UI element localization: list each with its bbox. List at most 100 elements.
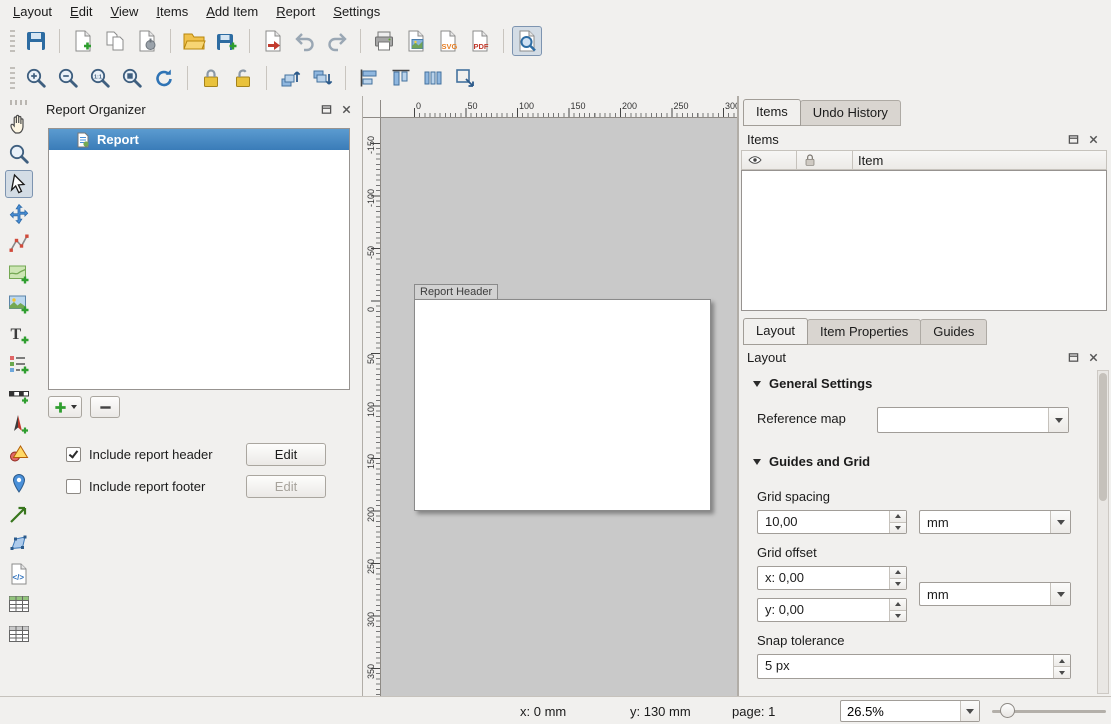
duplicate-layout-button[interactable]	[100, 26, 130, 56]
print-button[interactable]	[369, 26, 399, 56]
zoom-combo-arrow-button[interactable]	[960, 701, 979, 721]
save-project-button[interactable]	[21, 26, 51, 56]
resize-items-button[interactable]	[450, 63, 480, 93]
export-image-button[interactable]	[401, 26, 431, 56]
toolbar-grip[interactable]	[10, 67, 15, 89]
layout-manager-button[interactable]	[132, 26, 162, 56]
menu-item[interactable]: Layout	[4, 2, 61, 21]
menu-item[interactable]: Add Item	[197, 2, 267, 21]
tab-items[interactable]: Items	[743, 99, 801, 126]
close-panel-button[interactable]	[1086, 132, 1101, 147]
remove-section-button[interactable]	[90, 396, 120, 418]
include-report-header-checkbox[interactable]	[66, 447, 81, 462]
slider-handle[interactable]	[1000, 703, 1015, 718]
spin-up-button[interactable]	[890, 567, 906, 578]
edit-nodes-item-tool-button[interactable]	[5, 230, 33, 258]
vertical-ruler[interactable]: -150-100-50050100150200250300350	[363, 118, 381, 696]
add-map-tool-button[interactable]	[5, 260, 33, 288]
spin-down-button[interactable]	[890, 522, 906, 534]
float-panel-button[interactable]	[1066, 350, 1081, 365]
menu-item[interactable]: Settings	[324, 2, 389, 21]
zoom-actual-button[interactable]: 1:1	[85, 63, 115, 93]
zoom-out-button[interactable]	[53, 63, 83, 93]
menu-item[interactable]: View	[101, 2, 147, 21]
add-legend-tool-button[interactable]	[5, 350, 33, 378]
align-left-items-button[interactable]	[354, 63, 384, 93]
grid-offset-x-spinbox[interactable]: x: 0,00	[757, 566, 907, 590]
add-fixed-table-tool-button[interactable]	[5, 620, 33, 648]
zoom-full-button[interactable]	[117, 63, 147, 93]
scrollbar-thumb[interactable]	[1099, 373, 1107, 501]
spin-down-button[interactable]	[1054, 666, 1070, 678]
undo-button[interactable]	[290, 26, 320, 56]
spin-down-button[interactable]	[890, 610, 906, 622]
grid-offset-y-spinbox[interactable]: y: 0,00	[757, 598, 907, 622]
raise-items-button[interactable]	[275, 63, 305, 93]
export-svg-button[interactable]: SVG	[433, 26, 463, 56]
spin-up-button[interactable]	[1054, 655, 1070, 666]
tab-undo-history[interactable]: Undo History	[800, 100, 901, 126]
spin-value[interactable]: 5 px	[758, 655, 1053, 678]
snap-tolerance-spinbox[interactable]: 5 px	[757, 654, 1071, 679]
spin-up-button[interactable]	[890, 511, 906, 522]
menu-item[interactable]: Report	[267, 2, 324, 21]
spin-down-button[interactable]	[890, 578, 906, 590]
layout-panel-scrollbar[interactable]	[1097, 370, 1109, 694]
move-item-content-tool-button[interactable]	[5, 200, 33, 228]
redo-button[interactable]	[322, 26, 352, 56]
combo-arrow-button[interactable]	[1050, 511, 1070, 533]
combo-arrow-button[interactable]	[1050, 583, 1070, 605]
add-north-arrow-tool-button[interactable]	[5, 410, 33, 438]
menu-item[interactable]: Edit	[61, 2, 101, 21]
menu-item[interactable]: Items	[147, 2, 197, 21]
zoom-tool-button[interactable]	[5, 140, 33, 168]
lock-items-button[interactable]	[196, 63, 226, 93]
zoom-level-input[interactable]	[841, 701, 960, 721]
align-top-items-button[interactable]	[386, 63, 416, 93]
zoom-in-button[interactable]	[21, 63, 51, 93]
zoom-slider[interactable]	[992, 701, 1106, 721]
toolbar-grip[interactable]	[10, 30, 15, 52]
spin-up-button[interactable]	[890, 599, 906, 610]
lower-items-button[interactable]	[307, 63, 337, 93]
save-as-template-button[interactable]	[211, 26, 241, 56]
add-arrow-tool-button[interactable]	[5, 500, 33, 528]
add-marker-tool-button[interactable]	[5, 470, 33, 498]
tab-guides[interactable]: Guides	[920, 319, 987, 345]
combo-arrow-button[interactable]	[1048, 408, 1068, 432]
add-picture-tool-button[interactable]	[5, 290, 33, 318]
load-from-template-button[interactable]	[258, 26, 288, 56]
spin-value[interactable]: x: 0,00	[758, 567, 889, 589]
layout-canvas[interactable]: Report Header	[381, 118, 737, 696]
unlock-items-button[interactable]	[228, 63, 258, 93]
guides-and-grid-section-header[interactable]: Guides and Grid	[753, 454, 870, 469]
open-template-button[interactable]	[179, 26, 209, 56]
export-pdf-button[interactable]: PDF	[465, 26, 495, 56]
grid-offset-unit-combo[interactable]: mm	[919, 582, 1071, 606]
toolbar-grip[interactable]	[10, 100, 28, 105]
add-shape-tool-button[interactable]	[5, 440, 33, 468]
add-section-button[interactable]	[48, 396, 82, 418]
tab-layout[interactable]: Layout	[743, 318, 808, 345]
new-layout-button[interactable]	[68, 26, 98, 56]
spin-value[interactable]: 10,00	[758, 511, 889, 533]
spin-value[interactable]: y: 0,00	[758, 599, 889, 621]
close-panel-button[interactable]	[1086, 350, 1101, 365]
reference-map-combo[interactable]	[877, 407, 1069, 433]
report-tree[interactable]: Report	[48, 128, 350, 390]
horizontal-ruler[interactable]: 050100150200250300	[381, 100, 737, 118]
close-panel-button[interactable]	[339, 102, 354, 117]
preview-refresh-button[interactable]	[512, 26, 542, 56]
add-scalebar-tool-button[interactable]	[5, 380, 33, 408]
refresh-view-button[interactable]	[149, 63, 179, 93]
add-node-item-tool-button[interactable]	[5, 530, 33, 558]
items-list[interactable]	[741, 170, 1107, 311]
pan-tool-button[interactable]	[5, 110, 33, 138]
grid-spacing-spinbox[interactable]: 10,00	[757, 510, 907, 534]
edit-header-button[interactable]: Edit	[246, 443, 326, 466]
include-report-footer-checkbox[interactable]	[66, 479, 81, 494]
report-page[interactable]	[414, 299, 711, 511]
general-settings-section-header[interactable]: General Settings	[753, 376, 872, 391]
grid-spacing-unit-combo[interactable]: mm	[919, 510, 1071, 534]
add-attribute-table-tool-button[interactable]	[5, 590, 33, 618]
